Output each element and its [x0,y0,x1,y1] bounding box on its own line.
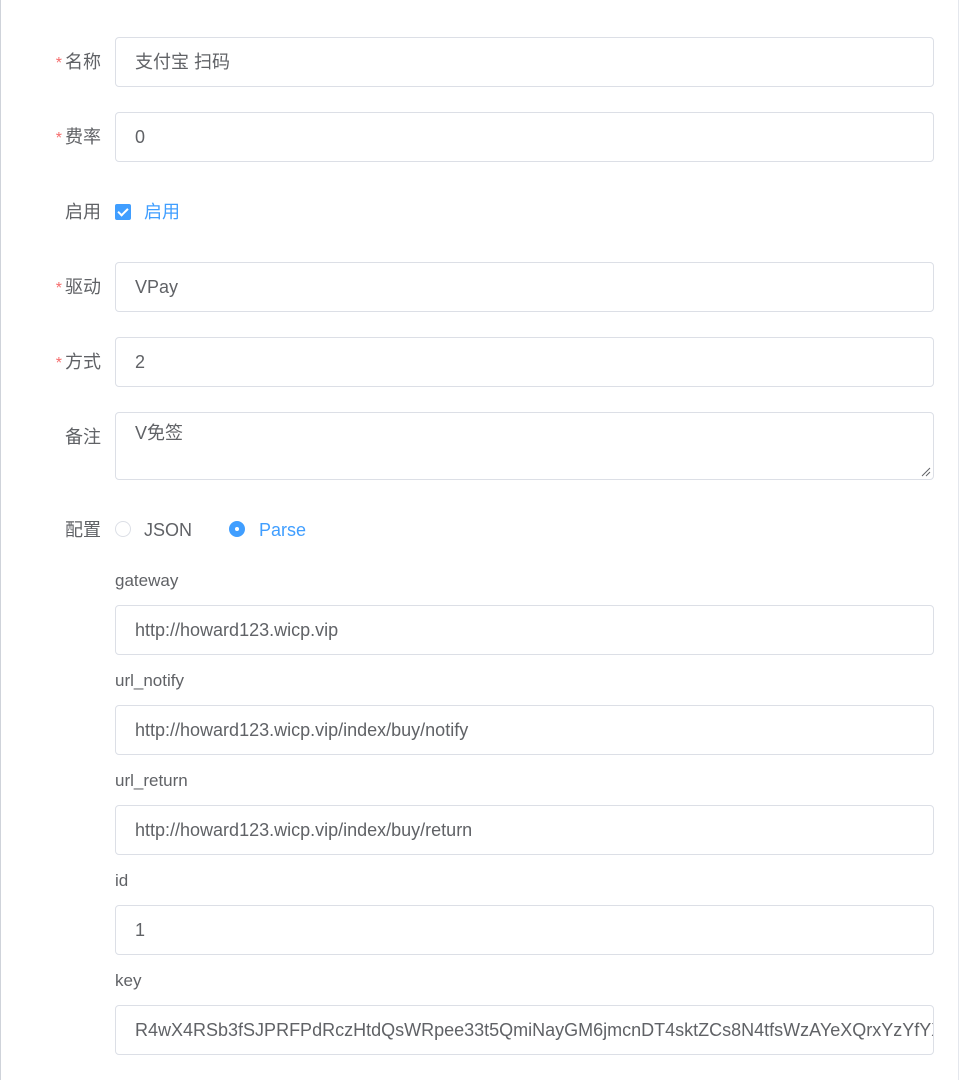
id-input[interactable]: 1 [115,905,934,955]
config-radio-parse-label[interactable]: Parse [259,520,306,540]
name-label: * 名称 [55,52,101,72]
remark-textarea[interactable]: V免签 [115,412,934,480]
config-radio-json[interactable] [115,521,131,537]
driver-label: * 驱动 [55,277,101,297]
config-radio-parse[interactable] [229,521,245,537]
url-return-label: url_return [115,771,188,790]
gateway-input[interactable]: http://howard123.wicp.vip [115,605,934,655]
required-mark: * [55,280,62,297]
enabled-label: 启用 [65,202,101,222]
resize-grip-icon[interactable] [921,467,931,477]
id-label: id [115,871,129,890]
config-label: 配置 [65,520,101,540]
payment-channel-form: * 名称 支付宝 扫码 * 费率 0 启用 启用 * 驱动 VPay * 方式 2 备注… [0,0,959,1080]
remark-text: V免签 [135,423,184,443]
enabled-checkbox-label[interactable]: 启用 [144,202,180,222]
config-radio-json-label[interactable]: JSON [144,520,192,540]
enabled-checkbox[interactable] [115,204,131,220]
required-mark: * [55,130,62,147]
url-notify-label: url_notify [115,671,184,690]
url-return-input[interactable]: http://howard123.wicp.vip/index/buy/retu… [115,805,934,855]
method-input[interactable]: 2 [115,337,934,387]
remark-label: 备注 [65,427,101,447]
key-label: key [115,971,142,990]
required-mark: * [55,355,62,372]
rate-input[interactable]: 0 [115,112,934,162]
required-mark: * [55,55,62,72]
method-label: * 方式 [55,352,101,372]
name-input[interactable]: 支付宝 扫码 [115,37,934,87]
key-input[interactable]: R4wX4RSb3fSJPRFPdRczHtdQsWRpee33t5QmiNay… [115,1005,934,1055]
rate-label: * 费率 [55,127,101,147]
driver-input[interactable]: VPay [115,262,934,312]
url-notify-input[interactable]: http://howard123.wicp.vip/index/buy/noti… [115,705,934,755]
gateway-label: gateway [115,571,179,590]
